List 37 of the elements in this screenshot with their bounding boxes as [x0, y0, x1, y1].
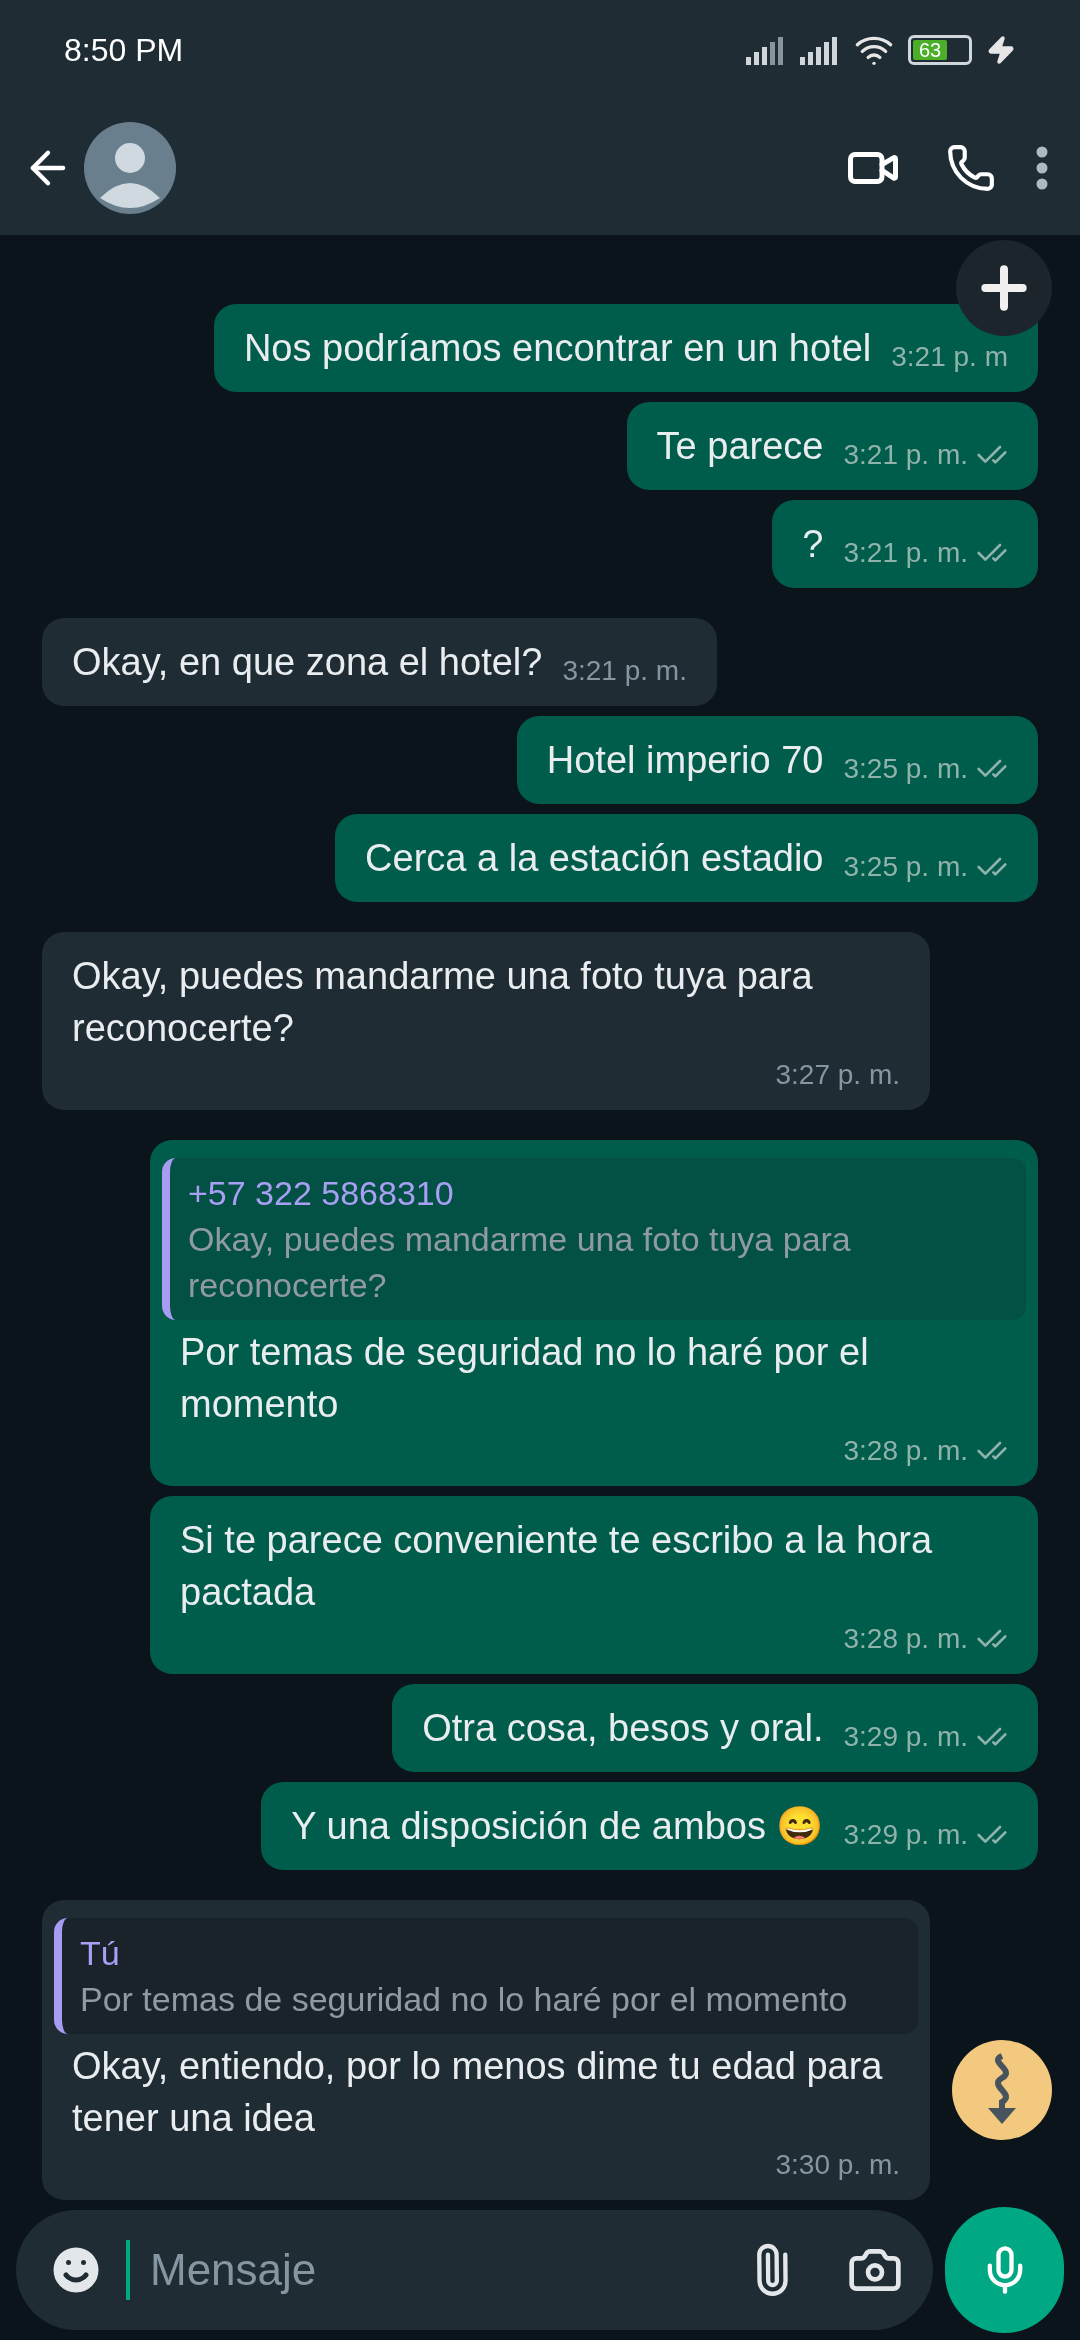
message-time: 3:29 p. m. — [843, 1720, 968, 1754]
message-text: Por temas de seguridad no lo haré por el momento — [180, 1330, 870, 1427]
quote-text: Por temas de seguridad no lo haré por el momento — [80, 1979, 849, 2020]
message-text: Hotel imperio 70 — [546, 738, 824, 783]
message-time: 3:29 p. m. — [843, 1818, 968, 1852]
message-time: 3:25 p. m. — [843, 850, 968, 884]
signal-icon — [800, 35, 840, 65]
quote-text: Okay, puedes mandarme una foto tuya para reconocerte? — [188, 1219, 852, 1306]
message-text: Cerca a la estación estadio — [365, 836, 824, 881]
message-text: Te parece — [656, 424, 824, 469]
message-text: Okay, en que zona el hotel? — [72, 640, 543, 685]
message-time: 3:27 p. m. — [775, 1058, 900, 1092]
phone-icon — [946, 142, 996, 193]
quote-author: Tú — [80, 1933, 121, 1974]
battery-level: 63 — [918, 40, 942, 60]
message-text: Otra cosa, besos y oral. — [422, 1706, 824, 1751]
message-time: 3:28 p. m. — [843, 1434, 968, 1468]
quote-author: +57 322 5868310 — [188, 1173, 455, 1214]
status-time: 8:50 PM — [64, 31, 184, 70]
message-text: Okay, entiendo, por lo menos dime tu edad para tener una idea — [72, 2044, 884, 2141]
message-text: ? — [802, 522, 824, 567]
message-text: Nos podríamos encontrar en un hotel — [243, 326, 872, 371]
message-text: Si te parece conveniente te escribo a la hora pactada — [180, 1518, 934, 1615]
message-time: 3:21 p. m. — [562, 654, 687, 688]
avatar-icon[interactable] — [84, 121, 176, 214]
message-time: 3:25 p. m. — [843, 752, 968, 786]
message-text: Y una disposición de ambos 😄 — [291, 1804, 824, 1849]
message-time: 3:21 p. m — [891, 340, 1008, 374]
message-field[interactable]: Mensaje — [150, 2237, 725, 2303]
message-text: Okay, puedes mandarme una foto tuya para reconocerte? — [72, 954, 814, 1051]
message-time: 3:30 p. m. — [775, 2148, 900, 2182]
more-icon — [1036, 145, 1048, 190]
message-time: 3:21 p. m. — [843, 536, 968, 570]
message-time: 3:28 p. m. — [843, 1622, 968, 1656]
signal-icon — [746, 35, 786, 65]
message-input[interactable]: Mensaje — [16, 2210, 933, 2330]
message-time: 3:21 p. m. — [843, 438, 968, 472]
